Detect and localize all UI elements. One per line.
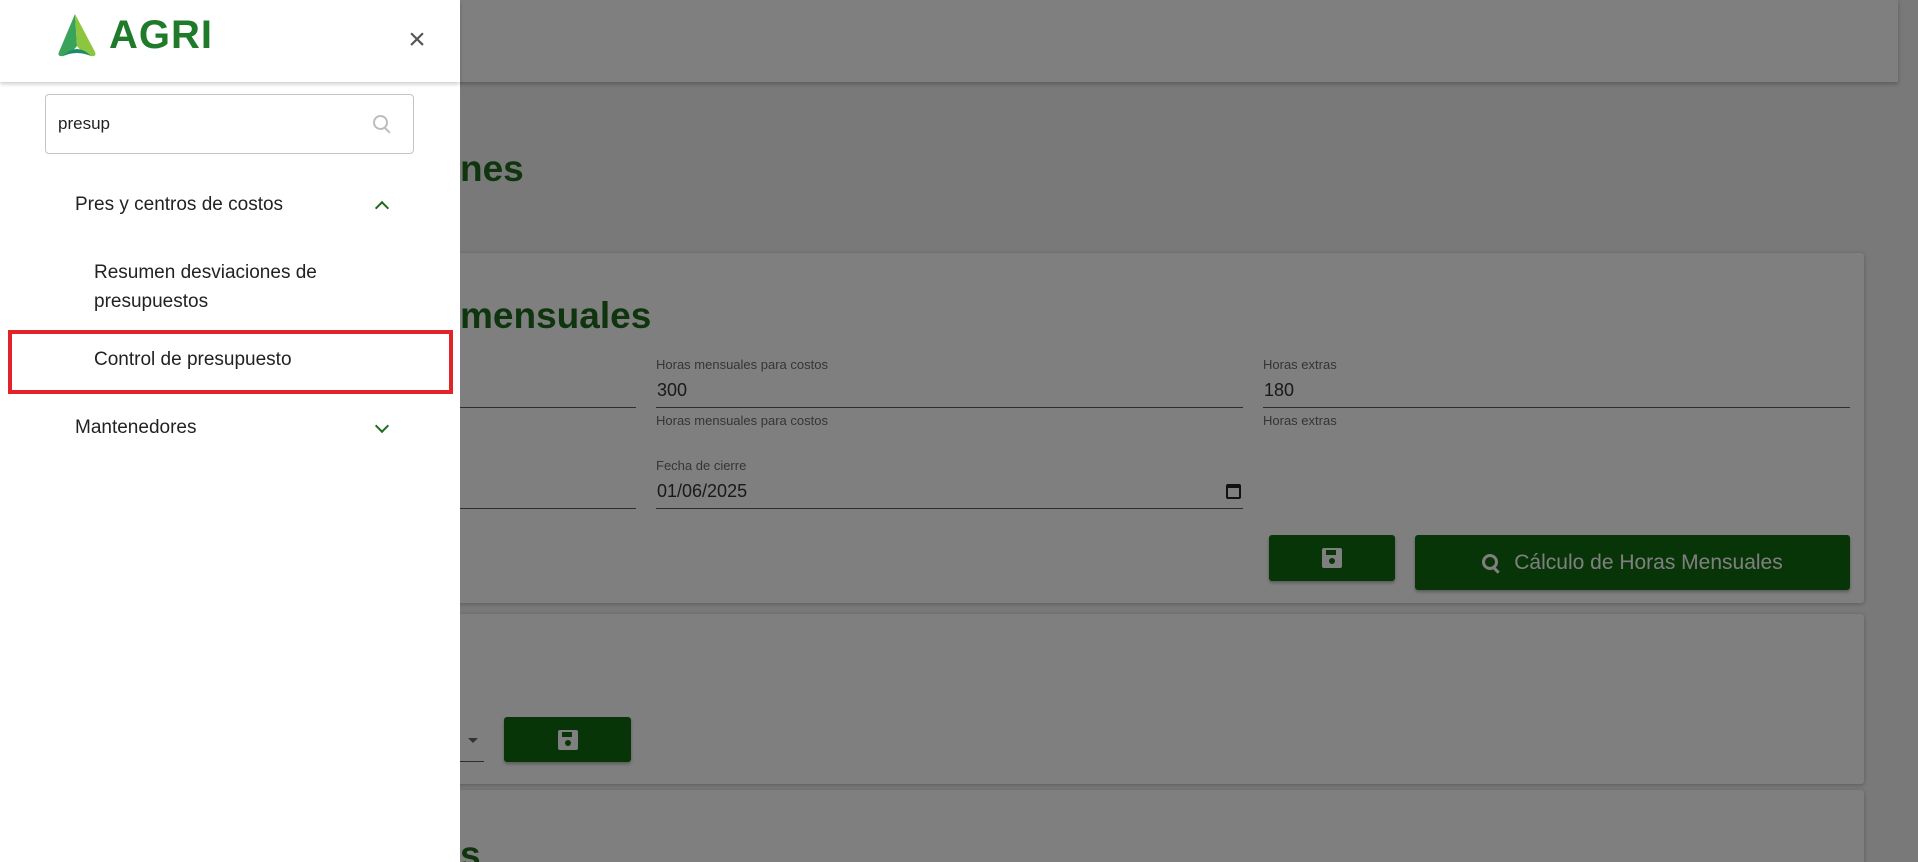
logo-text: AGRI <box>109 12 213 57</box>
logo-mark-icon <box>58 14 96 57</box>
close-icon[interactable]: × <box>402 25 432 56</box>
nav-group-label: Mantenedores <box>75 417 197 438</box>
nav-group-maintainers[interactable]: Mantenedores <box>75 408 395 448</box>
drawer-header: AGRI × <box>0 0 460 82</box>
highlight-box <box>8 330 453 394</box>
search-input[interactable] <box>58 110 358 138</box>
chevron-up-icon <box>374 200 390 215</box>
search-icon[interactable] <box>373 115 393 135</box>
nav-item-budget-deviation-summary[interactable]: Resumen desviaciones de presupuestos <box>94 258 414 316</box>
chevron-down-icon <box>374 418 390 433</box>
menu-search[interactable] <box>45 94 414 154</box>
app-logo[interactable]: AGRI <box>53 12 213 58</box>
navigation-drawer: AGRI × Pres y centros de costos Resumen … <box>0 0 460 862</box>
nav-group-budget-cost-centers[interactable]: Pres y centros de costos <box>75 185 395 225</box>
nav-group-label: Pres y centros de costos <box>75 194 284 215</box>
